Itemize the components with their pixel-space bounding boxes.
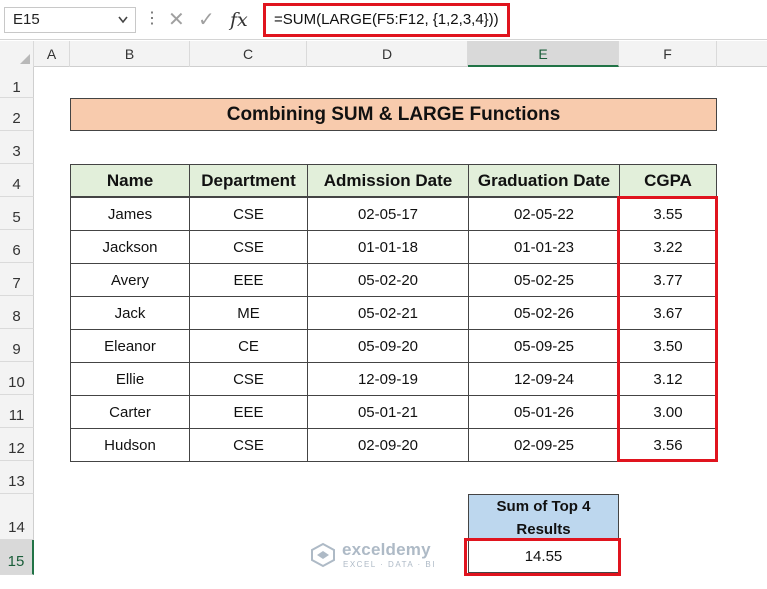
select-all-triangle-icon: [20, 54, 30, 64]
table-cell[interactable]: 12-09-19: [307, 362, 469, 396]
table-cell[interactable]: EEE: [189, 263, 308, 297]
table-cell[interactable]: ME: [189, 296, 308, 330]
table-cell[interactable]: Avery: [70, 263, 190, 297]
table-cell[interactable]: 02-09-20: [307, 428, 469, 462]
cancel-icon[interactable]: ✕: [168, 6, 185, 34]
row-header-15[interactable]: 15: [0, 540, 34, 575]
table-cell[interactable]: Hudson: [70, 428, 190, 462]
column-header-b[interactable]: B: [70, 41, 190, 67]
table-cell[interactable]: James: [70, 197, 190, 231]
table-cell[interactable]: Eleanor: [70, 329, 190, 363]
row-header-13[interactable]: 13: [0, 461, 34, 494]
table-cell[interactable]: CSE: [189, 428, 308, 462]
table-cell[interactable]: 05-09-20: [307, 329, 469, 363]
header-cgpa: CGPA: [619, 164, 717, 197]
column-headers: A B C D E F: [0, 41, 767, 67]
table-cell[interactable]: Carter: [70, 395, 190, 429]
table-cell[interactable]: 02-05-22: [468, 197, 620, 231]
result-label: Sum of Top 4 Results: [468, 494, 619, 540]
header-name: Name: [70, 164, 190, 197]
table-cell[interactable]: 05-02-20: [307, 263, 469, 297]
row-header-5[interactable]: 5: [0, 197, 34, 230]
header-graduation-date: Graduation Date: [468, 164, 620, 197]
column-header-f[interactable]: F: [619, 41, 717, 67]
row-header-9[interactable]: 9: [0, 329, 34, 362]
row-header-1[interactable]: 1: [0, 67, 34, 98]
watermark-tagline: EXCEL · DATA · BI: [343, 560, 436, 569]
table-cell[interactable]: EEE: [189, 395, 308, 429]
row-header-3[interactable]: 3: [0, 131, 34, 164]
table-cell[interactable]: Ellie: [70, 362, 190, 396]
table-cell[interactable]: CE: [189, 329, 308, 363]
insert-function-icon[interactable]: fx: [230, 6, 248, 34]
exceldemy-logo-icon: [311, 542, 335, 568]
table-cell[interactable]: 05-01-26: [468, 395, 620, 429]
header-admission-date: Admission Date: [307, 164, 469, 197]
row-header-10[interactable]: 10: [0, 362, 34, 395]
formula-bar-grip-icon: ⋮: [144, 10, 160, 27]
table-cell[interactable]: Jackson: [70, 230, 190, 264]
row-header-6[interactable]: 6: [0, 230, 34, 263]
table-cell[interactable]: 05-02-26: [468, 296, 620, 330]
table-cell[interactable]: 05-02-25: [468, 263, 620, 297]
row-header-12[interactable]: 12: [0, 428, 34, 461]
chevron-down-icon[interactable]: [117, 8, 129, 40]
formula-actions: ✕ ✓ fx: [160, 6, 256, 34]
table-cell[interactable]: CSE: [189, 197, 308, 231]
column-header-c[interactable]: C: [190, 41, 307, 67]
enter-icon[interactable]: ✓: [198, 6, 215, 34]
name-box-value: E15: [13, 11, 40, 28]
table-cell[interactable]: 01-01-23: [468, 230, 620, 264]
column-header-d[interactable]: D: [307, 41, 468, 67]
watermark-name: exceldemy: [342, 540, 431, 559]
sheet-title: Combining SUM & LARGE Functions: [70, 98, 717, 131]
row-header-2[interactable]: 2: [0, 98, 34, 131]
table-cell[interactable]: 02-09-25: [468, 428, 620, 462]
row-header-8[interactable]: 8: [0, 296, 34, 329]
table-cell[interactable]: 05-09-25: [468, 329, 620, 363]
row-header-14[interactable]: 14: [0, 494, 34, 540]
table-cell[interactable]: 05-01-21: [307, 395, 469, 429]
formula-bar: E15 ⋮ ✕ ✓ fx =SUM(LARGE(F5:F12, {1,2,3,4…: [0, 0, 767, 40]
row-header-4[interactable]: 4: [0, 164, 34, 197]
table-cell[interactable]: 02-05-17: [307, 197, 469, 231]
table-cell[interactable]: CSE: [189, 230, 308, 264]
watermark: exceldemy EXCEL · DATA · BI: [310, 540, 460, 574]
column-header-e[interactable]: E: [468, 41, 619, 67]
row-header-7[interactable]: 7: [0, 263, 34, 296]
table-cell[interactable]: CSE: [189, 362, 308, 396]
result-highlight-box: [464, 538, 621, 576]
header-department: Department: [189, 164, 308, 197]
formula-input[interactable]: =SUM(LARGE(F5:F12, {1,2,3,4})): [263, 3, 510, 37]
column-header-a[interactable]: A: [34, 41, 70, 67]
row-header-11[interactable]: 11: [0, 395, 34, 428]
table-cell[interactable]: 01-01-18: [307, 230, 469, 264]
table-cell[interactable]: Jack: [70, 296, 190, 330]
select-all-button[interactable]: [0, 41, 34, 67]
name-box[interactable]: E15: [4, 7, 136, 33]
cgpa-highlight-box: [617, 196, 718, 462]
table-cell[interactable]: 12-09-24: [468, 362, 620, 396]
table-cell[interactable]: 05-02-21: [307, 296, 469, 330]
